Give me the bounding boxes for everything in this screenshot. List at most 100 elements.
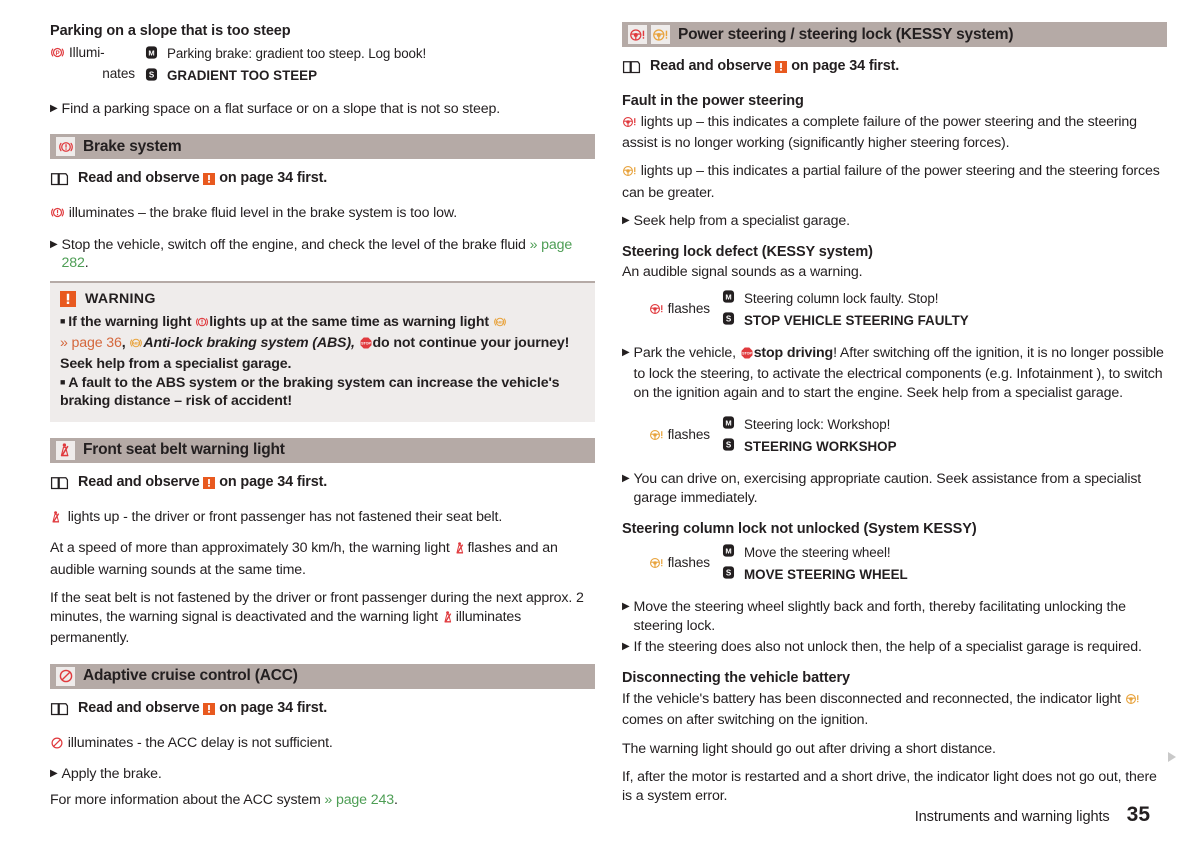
seat-belt-warning-icon xyxy=(50,510,64,529)
acc-action: ▶ Apply the brake. xyxy=(50,765,595,783)
acc-statement-text: illuminates - the ACC delay is not suffi… xyxy=(67,734,333,751)
acc-read-observe: Read and observe on page 34 first. xyxy=(50,700,595,721)
seat-belt-p2-a: At a speed of more than approximately 30… xyxy=(50,540,450,557)
display-message-text: GRADIENT TOO STEEP xyxy=(167,68,318,84)
battery-heading: Disconnecting the vehicle battery xyxy=(622,670,850,687)
warning-b1-italic: Anti-lock braking system (ABS), xyxy=(143,334,355,351)
parking-slope-state: Illumi- nates xyxy=(50,44,145,88)
action-bold: stop driving xyxy=(753,344,834,361)
battery-paragraph-2: The warning light should go out after dr… xyxy=(622,740,996,757)
power-steering-fault-heading: Fault in the power steering xyxy=(622,93,804,109)
display-message-text: Move the steering wheel! xyxy=(744,544,891,560)
bullet-triangle-icon: ▶ xyxy=(622,346,630,358)
parking-slope-state-label-2: nates xyxy=(102,65,135,81)
steering-unlock-action-2: ▶ If the steering does also not unlock t… xyxy=(622,638,1167,656)
steering-lock-not-unlocked-messages: Move the steering wheel! MOVE STEERING W… xyxy=(722,542,1167,586)
acc-action-text: Apply the brake. xyxy=(61,765,162,782)
maxidot-display-icon xyxy=(722,542,735,564)
book-icon xyxy=(50,475,69,495)
brake-statement: illuminates – the brake fluid level in t… xyxy=(50,204,595,225)
power-steering-amber-warning-icon xyxy=(649,556,664,573)
battery-p1-a: If the vehicle's battery has been discon… xyxy=(622,691,1121,707)
power-steering-red-warning-icon xyxy=(622,115,637,134)
read-observe-prefix: Read and observe xyxy=(78,473,200,490)
steering-lock-workshop-messages: Steering lock: Workshop! STEERING WORKSH… xyxy=(722,414,1167,458)
steering-lock-defect-action: ▶ Park the vehicle, stop driving! After … xyxy=(622,344,1167,402)
parking-brake-warning-icon xyxy=(50,45,65,65)
segment-display-icon xyxy=(722,564,735,586)
steering-lock-defect-messages: Steering column lock faulty. Stop! STOP … xyxy=(722,288,1167,332)
warning-bullet-1: ■ If the warning light lights up at the s… xyxy=(60,313,585,374)
bullet-triangle-icon: ▶ xyxy=(622,601,630,613)
brake-action: ▶ Stop the vehicle, switch off the engin… xyxy=(50,236,573,272)
seat-belt-paragraph-3: If the seat belt is not fastened by the … xyxy=(50,589,595,647)
power-steering-action-text: Seek help from a specialist garage. xyxy=(633,213,851,230)
steering-unlock-action-1: ▶ Move the steering wheel slightly back … xyxy=(622,598,1167,635)
maxidot-display-icon xyxy=(722,414,735,436)
power-steering-amber-warning-icon xyxy=(651,25,670,44)
warning-exclamation-icon xyxy=(203,172,215,188)
cross-reference-link[interactable]: » page 243 xyxy=(324,792,394,808)
read-observe-prefix: Read and observe xyxy=(78,699,200,716)
acc-statement: illuminates - the ACC delay is not suffi… xyxy=(50,734,595,755)
stop-sign-icon xyxy=(359,336,373,355)
power-steering-fault-amber-text: lights up – this indicates a partial fai… xyxy=(622,163,1160,201)
acc-section-header: Adaptive cruise control (ACC) xyxy=(50,663,595,689)
state-label: flashes xyxy=(667,300,710,316)
steering-lock-workshop-action: ▶ You can drive on, exercising appropria… xyxy=(622,470,1167,507)
bullet-triangle-icon: ▶ xyxy=(622,641,630,652)
warning-b1-comma: , xyxy=(121,334,126,351)
right-column: Power steering / steering lock (KESSY sy… xyxy=(622,22,1167,815)
parking-slope-action-text: Find a parking space on a flat surface o… xyxy=(61,100,501,117)
read-observe-suffix: on page 34 first. xyxy=(219,699,328,716)
segment-display-icon xyxy=(145,66,158,88)
read-observe-suffix: on page 34 first. xyxy=(791,58,900,74)
warning-b1-part1: If the warning light xyxy=(68,313,192,330)
parking-slope-messages: Parking brake: gradient too steep. Log b… xyxy=(145,44,595,88)
display-message-row: GRADIENT TOO STEEP xyxy=(145,66,595,88)
warning-b2-text: A fault to the ABS system or the braking… xyxy=(60,374,560,410)
footer-page-number: 35 xyxy=(1126,803,1150,826)
seat-belt-title: Front seat belt warning light xyxy=(83,441,285,459)
cross-reference-link[interactable]: » page 36 xyxy=(60,335,122,351)
power-steering-fault-amber: lights up – this indicates a partial fai… xyxy=(622,162,1167,202)
power-steering-action: ▶ Seek help from a specialist garage. xyxy=(622,212,1167,230)
display-message-text: Steering lock: Workshop! xyxy=(744,417,891,433)
segment-display-icon xyxy=(722,310,735,332)
abs-warning-icon xyxy=(493,315,507,334)
steering-lock-workshop-action-text: You can drive on, exercising appropriate… xyxy=(633,471,1142,506)
brake-warning-box: WARNING ■ If the warning light lights up … xyxy=(50,280,595,422)
seat-belt-warning-icon xyxy=(56,440,75,460)
warning-box-body: ■ If the warning light lights up at the s… xyxy=(60,313,585,411)
bullet-triangle-icon: ▶ xyxy=(50,767,58,779)
maxidot-display-icon xyxy=(722,288,735,310)
seat-belt-statement-text: lights up - the driver or front passenge… xyxy=(67,508,503,525)
brake-system-section-header: Brake system xyxy=(50,134,595,160)
bullet-triangle-icon: ▶ xyxy=(622,215,630,227)
steering-unlock-action-2-text: If the steering does also not unlock the… xyxy=(633,639,1142,655)
seat-belt-statement: lights up - the driver or front passenge… xyxy=(50,508,595,529)
brake-system-warning-icon xyxy=(56,137,75,157)
square-bullet-icon: ■ xyxy=(60,377,66,388)
parking-slope-state-label-1: Illumi- xyxy=(69,44,105,60)
book-icon xyxy=(50,171,69,191)
book-icon xyxy=(50,701,69,721)
warning-box-header: WARNING xyxy=(60,291,585,308)
warning-exclamation-icon xyxy=(203,702,215,718)
battery-paragraph-1: If the vehicle's battery has been discon… xyxy=(622,690,1167,730)
display-message-text: Steering column lock faulty. Stop! xyxy=(744,290,939,306)
parking-slope-action: ▶ Find a parking space on a flat surface… xyxy=(50,100,595,118)
brake-action-text: Stop the vehicle, switch off the engine,… xyxy=(61,236,526,253)
battery-p1-b: comes on after switching on the ignition… xyxy=(622,712,869,729)
steering-lock-defect-heading: Steering lock defect (KESSY system) xyxy=(622,243,873,260)
manual-page: Parking on a slope that is too steep Ill… xyxy=(0,0,1200,845)
display-message-row: Steering column lock faulty. Stop! xyxy=(722,288,1167,310)
seat-belt-section-header: Front seat belt warning light xyxy=(50,437,595,463)
read-observe-prefix: Read and observe xyxy=(650,58,772,74)
page-footer: Instruments and warning lights 35 xyxy=(915,803,1150,827)
segment-display-icon xyxy=(722,436,735,458)
maxidot-display-icon xyxy=(145,44,158,66)
bullet-triangle-icon: ▶ xyxy=(622,473,630,485)
state-label: flashes xyxy=(667,427,710,443)
brake-system-title: Brake system xyxy=(83,137,182,155)
